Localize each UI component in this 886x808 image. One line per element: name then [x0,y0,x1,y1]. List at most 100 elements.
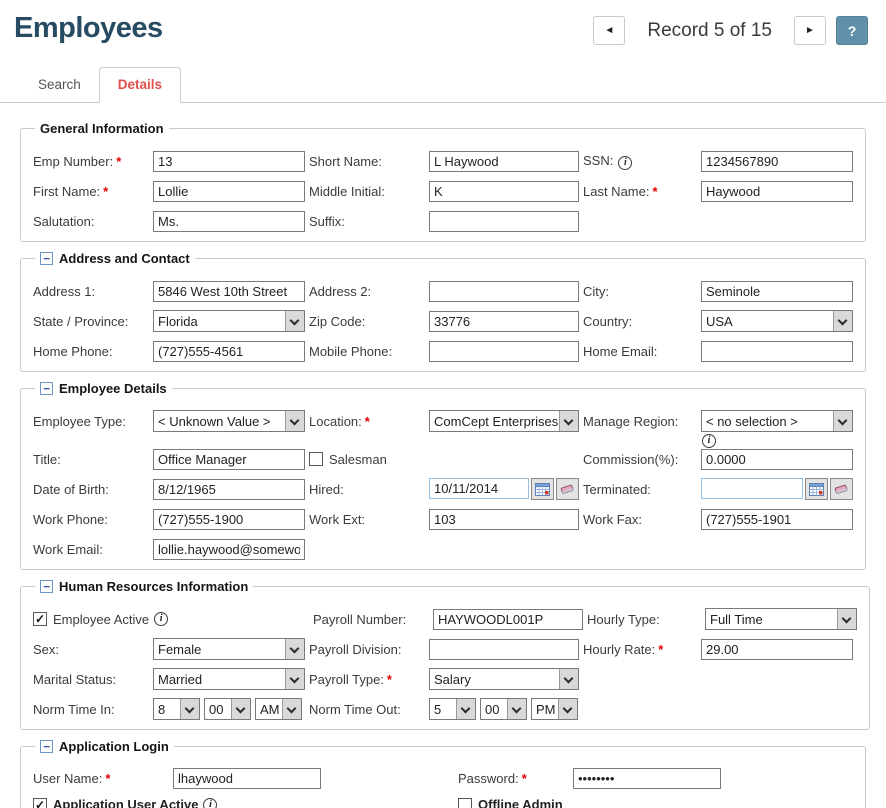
hourly-type-select[interactable]: Full Time [705,608,857,630]
tab-details[interactable]: Details [99,67,181,103]
city-input[interactable] [701,281,853,302]
salesman-checkbox[interactable] [309,452,323,466]
app-user-active-field: ✓ Application User Active i [33,797,321,808]
work-ext-input[interactable] [429,509,579,530]
norm-out-ampm-select[interactable]: PM [531,698,578,720]
payroll-division-label: Payroll Division: [305,642,429,657]
form-row: Employee Type: < Unknown Value > Locatio… [33,410,853,432]
suffix-input[interactable] [429,211,579,232]
ssn-input[interactable] [701,151,853,172]
next-record-button[interactable]: ► [794,16,826,45]
salutation-input[interactable] [153,211,305,232]
first-name-label: First Name:* [33,184,153,199]
norm-time-out-label: Norm Time Out: [305,702,429,717]
collapse-icon[interactable]: − [40,740,53,753]
employee-type-value: < Unknown Value > [154,411,285,431]
employee-type-select[interactable]: < Unknown Value > [153,410,305,432]
country-label: Country: [579,314,701,329]
middle-initial-input[interactable] [429,181,579,202]
payroll-type-select[interactable]: Salary [429,668,579,690]
home-email-input[interactable] [701,341,853,362]
collapse-icon[interactable]: − [40,580,53,593]
work-email-input[interactable] [153,539,305,560]
help-button[interactable]: ? [836,16,868,45]
commission-input[interactable] [701,449,853,470]
location-select[interactable]: ComCept Enterprises HQ [429,410,579,432]
state-select[interactable]: Florida [153,310,305,332]
form-row: ✓ Application User Active i Offline Admi… [33,797,853,808]
form-row: Marital Status: Married Payroll Type:* S… [33,668,857,690]
hired-calendar-button[interactable] [531,478,554,500]
mobile-phone-input[interactable] [429,341,579,362]
form-row: Home Phone: Mobile Phone: Home Email: [33,340,853,362]
offline-admin-checkbox[interactable] [458,798,472,808]
norm-time-in-label: Norm Time In: [33,702,153,717]
norm-out-hour-select[interactable]: 5 [429,698,476,720]
sex-select[interactable]: Female [153,638,305,660]
norm-out-minute-select[interactable]: 00 [480,698,527,720]
title-input[interactable] [153,449,305,470]
chevron-down-icon [456,699,475,719]
payroll-number-input[interactable] [433,609,583,630]
last-name-input[interactable] [701,181,853,202]
password-input[interactable] [573,768,721,789]
hourly-rate-input[interactable] [701,639,853,660]
info-icon[interactable]: i [154,612,168,626]
chevron-down-icon [559,669,578,689]
address1-input[interactable] [153,281,305,302]
form-row: Address 1: Address 2: City: [33,280,853,302]
chevron-down-icon [285,639,304,659]
norm-in-ampm-select[interactable]: AM [255,698,302,720]
home-email-label: Home Email: [579,344,701,359]
terminated-calendar-button[interactable] [805,478,828,500]
form-row: Work Email: [33,538,853,560]
work-fax-input[interactable] [701,509,853,530]
emp-number-label: Emp Number:* [33,154,153,169]
previous-record-button[interactable]: ◄ [593,16,625,45]
required-mark: * [658,642,663,657]
norm-in-minute-select[interactable]: 00 [204,698,251,720]
tab-search[interactable]: Search [20,68,99,102]
calendar-icon [809,482,824,496]
app-user-active-checkbox[interactable]: ✓ [33,798,47,808]
collapse-icon[interactable]: − [40,252,53,265]
home-phone-input[interactable] [153,341,305,362]
terminated-clear-button[interactable] [830,478,853,500]
manage-region-select[interactable]: < no selection > [701,410,853,432]
info-icon[interactable]: i [203,798,217,808]
user-name-input[interactable] [173,768,321,789]
app-user-active-label: Application User Active [53,797,198,808]
dob-label: Date of Birth: [33,482,153,497]
short-name-input[interactable] [429,151,579,172]
marital-status-select[interactable]: Married [153,668,305,690]
middle-initial-label: Middle Initial: [305,184,429,199]
work-phone-input[interactable] [153,509,305,530]
section-general-information-title: General Information [35,121,169,136]
form-row: Sex: Female Payroll Division: Hourly Rat… [33,638,857,660]
terminated-input[interactable] [701,478,803,499]
sex-value: Female [154,639,285,659]
dob-input[interactable] [153,479,305,500]
payroll-division-input[interactable] [429,639,579,660]
emp-number-input[interactable] [153,151,305,172]
offline-admin-label: Offline Admin [478,797,563,808]
salesman-field: Salesman [305,452,429,467]
zip-input[interactable] [429,311,579,332]
norm-in-hour-select[interactable]: 8 [153,698,200,720]
form-row: Title: Salesman Commission(%): [33,448,853,470]
info-icon[interactable]: i [702,434,716,448]
required-mark: * [652,184,657,199]
hired-input[interactable] [429,478,529,499]
home-phone-label: Home Phone: [33,344,153,359]
first-name-input[interactable] [153,181,305,202]
hourly-type-label: Hourly Type: [583,612,705,627]
employee-active-label: Employee Active [53,612,149,627]
chevron-down-icon [507,699,526,719]
country-select[interactable]: USA [701,310,853,332]
employee-active-checkbox[interactable]: ✓ [33,612,47,626]
info-icon[interactable]: i [618,156,632,170]
address2-input[interactable] [429,281,579,302]
chevron-down-icon [180,699,199,719]
hired-clear-button[interactable] [556,478,579,500]
collapse-icon[interactable]: − [40,382,53,395]
